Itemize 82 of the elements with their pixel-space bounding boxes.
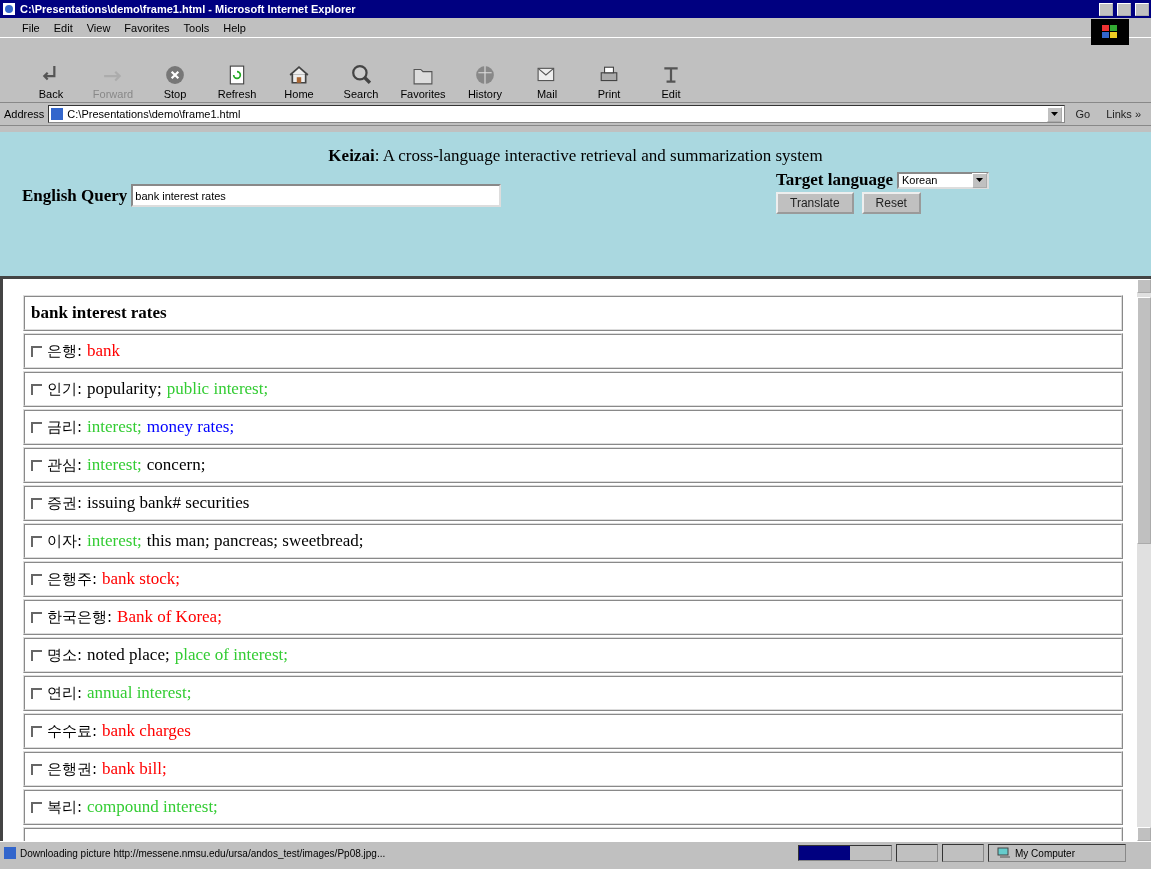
- dropdown-icon[interactable]: [971, 172, 987, 188]
- menu-item[interactable]: File: [22, 21, 40, 34]
- address-value: C:\Presentations\demo\frame1.html: [67, 108, 241, 120]
- close-button[interactable]: [1135, 2, 1149, 16]
- translation: issuing bank# securities: [87, 493, 250, 513]
- translation: money rates;: [146, 417, 235, 437]
- menu-item[interactable]: View: [86, 21, 111, 34]
- translation: interest;: [87, 531, 142, 551]
- korean-term: 복리:: [47, 797, 83, 817]
- stop-icon: [165, 65, 185, 85]
- korean-term: 금리:: [47, 417, 83, 437]
- toolbar-button[interactable]: Refresh: [210, 65, 264, 100]
- korean-term: 은행주:: [47, 569, 98, 589]
- translation: interest;: [87, 455, 142, 475]
- korean-term: 은행권:: [47, 759, 98, 779]
- scrollbar[interactable]: [1137, 279, 1151, 841]
- korean-term: 인기:: [47, 379, 83, 399]
- search-icon: [351, 65, 371, 85]
- toolbar-button[interactable]: Edit: [644, 65, 698, 100]
- globe-icon: [475, 65, 495, 85]
- browser-icon: [2, 2, 16, 16]
- menu-item[interactable]: Tools: [183, 21, 210, 34]
- computer-icon: [997, 847, 1011, 859]
- toolbar-button[interactable]: Back: [24, 65, 78, 100]
- korean-term: 수수료:: [47, 721, 98, 741]
- toolbar-button[interactable]: Print: [582, 65, 636, 100]
- toolbar-button[interactable]: Mail: [520, 65, 574, 100]
- toolbar-button[interactable]: Home: [272, 65, 326, 100]
- menu-item[interactable]: Help: [223, 21, 246, 34]
- translation: concern;: [146, 455, 206, 475]
- translation: bank bill;: [102, 759, 167, 779]
- korean-term: 명소:: [47, 645, 83, 665]
- translation: noted place;: [87, 645, 170, 665]
- windows-logo-icon: [1091, 18, 1129, 45]
- window-title: C:\Presentations\demo\frame1.html - Microsoft Internet Explorer: [20, 3, 357, 15]
- page-icon: [51, 108, 64, 120]
- translation: bank: [87, 341, 121, 361]
- translation: annual interest;: [87, 683, 192, 703]
- dropdown-icon[interactable]: [1047, 106, 1063, 122]
- korean-term: 관심:: [47, 455, 83, 475]
- maximize-button[interactable]: [1117, 2, 1131, 16]
- translation: public interest;: [166, 379, 269, 399]
- translation: place of interest;: [174, 645, 288, 665]
- toolbar-button[interactable]: History: [458, 65, 512, 100]
- korean-term: 은행:: [47, 341, 83, 361]
- zone-label: My Computer: [1015, 847, 1075, 859]
- query-label: English Query: [22, 185, 128, 206]
- links-button[interactable]: Links »: [1100, 108, 1147, 120]
- home-icon: [289, 65, 309, 85]
- menu-item[interactable]: Edit: [53, 21, 73, 34]
- form-button[interactable]: Reset: [861, 192, 921, 214]
- language-select[interactable]: Korean: [896, 171, 989, 189]
- page-title: Keizai: A cross-language interactive retrieval and summarization system: [328, 146, 823, 165]
- minimize-button[interactable]: [1099, 2, 1113, 16]
- translation: this man; pancreas; sweetbread;: [146, 531, 364, 551]
- translation: bank charges: [102, 721, 191, 741]
- korean-term: 이자:: [47, 531, 83, 551]
- status-message: Downloading picture http://messene.nmsu.edu/ursa/andos_test/images/Pp08.jpg...: [20, 847, 386, 859]
- translation: Bank of Korea;: [117, 607, 222, 627]
- page-icon: [4, 847, 16, 859]
- address-field[interactable]: C:\Presentations\demo\frame1.html: [48, 105, 1066, 123]
- toolbar-button[interactable]: Stop: [148, 65, 202, 100]
- korean-term: 한국은행:: [47, 607, 113, 627]
- target-language-label: Target language: [776, 170, 893, 190]
- translation: compound interest;: [87, 797, 218, 817]
- toolbar-button[interactable]: Search: [334, 65, 388, 100]
- translation: interest;: [87, 417, 142, 437]
- address-label: Address: [4, 108, 45, 120]
- results-heading: bank interest rates: [31, 303, 167, 323]
- korean-term: 증권:: [47, 493, 83, 513]
- refresh-icon: [227, 65, 247, 85]
- translation: popularity;: [87, 379, 162, 399]
- toolbar-button[interactable]: Favorites: [396, 65, 450, 100]
- korean-term: 연리:: [47, 683, 83, 703]
- go-button[interactable]: Go: [1069, 108, 1097, 120]
- translation: bank stock;: [102, 569, 180, 589]
- edit-icon: [661, 65, 681, 85]
- status-panel: [896, 844, 938, 862]
- menu-item[interactable]: Favorites: [124, 21, 170, 34]
- status-panel: [942, 844, 984, 862]
- query-field[interactable]: bank interest rates: [131, 184, 502, 207]
- form-button[interactable]: Translate: [776, 192, 854, 214]
